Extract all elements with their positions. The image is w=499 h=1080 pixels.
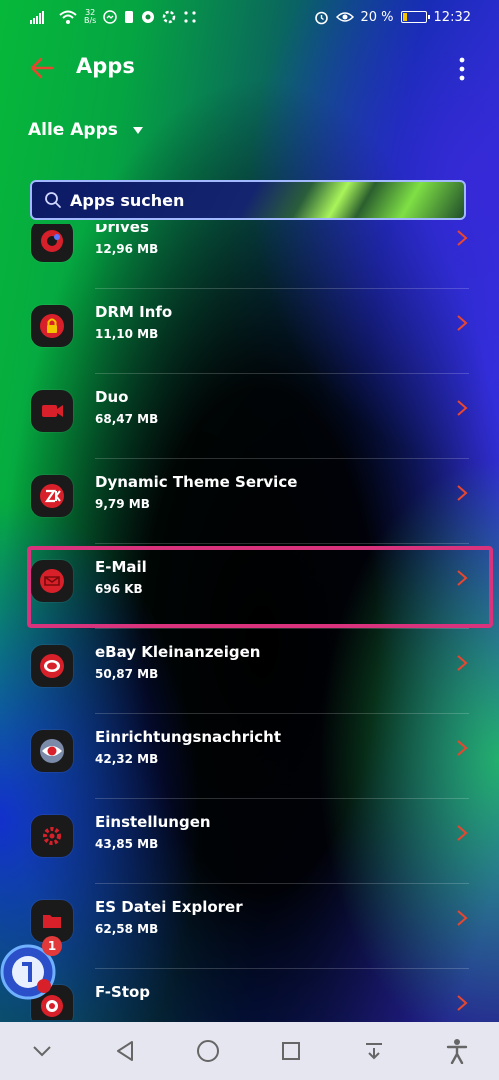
settings-notification-icon <box>163 10 176 24</box>
eye-comfort-icon <box>335 12 354 22</box>
accessibility-icon <box>447 1039 468 1064</box>
dynamic-theme-icon <box>31 475 73 517</box>
list-item[interactable]: Einstellungen 43,85 MB <box>0 799 499 884</box>
chevron-right-icon <box>457 485 468 501</box>
more-options-icon[interactable] <box>452 56 472 82</box>
page-title: Apps <box>76 54 135 78</box>
settings-icon <box>31 815 73 857</box>
chevron-down-icon <box>32 1046 51 1057</box>
status-bar: 32 B/s 20 % 12:32 <box>0 0 499 34</box>
apps-filter-dropdown[interactable]: Alle Apps <box>28 120 144 140</box>
wifi-icon <box>59 10 77 24</box>
chevron-right-icon <box>457 315 468 331</box>
speed-unit: B/s <box>84 16 97 25</box>
badge-count: 1 <box>47 939 57 953</box>
battery-percent: 20 % <box>360 9 394 25</box>
app-name: ES Datei Explorer <box>95 898 243 916</box>
drm-info-icon <box>31 305 73 347</box>
app-notification-icon <box>142 11 155 23</box>
app-size: 50,87 MB <box>95 667 159 681</box>
navigation-bar <box>0 1022 499 1080</box>
app-name: Einstellungen <box>95 813 211 831</box>
chevron-right-icon <box>457 995 468 1011</box>
app-name: Einrichtungsnachricht <box>95 728 282 746</box>
ebay-icon <box>31 645 73 687</box>
chevron-right-icon <box>457 910 468 926</box>
app-size: 68,47 MB <box>95 412 159 426</box>
back-triangle-icon <box>116 1041 133 1061</box>
accessibility-button[interactable] <box>437 1031 477 1071</box>
highlight-box <box>27 546 493 628</box>
search-placeholder: Apps suchen <box>70 190 185 210</box>
home-circle-icon <box>196 1040 219 1062</box>
chevron-right-icon <box>457 655 468 671</box>
app-name: DRM Info <box>95 303 173 321</box>
app-size: 62,58 MB <box>95 922 159 936</box>
back-button[interactable] <box>105 1031 145 1071</box>
app-size: 11,10 MB <box>95 327 159 341</box>
alarm-icon <box>314 11 328 24</box>
drives-icon <box>31 224 73 262</box>
pulldown-icon <box>366 1043 383 1060</box>
list-item[interactable]: eBay Kleinanzeigen 50,87 MB <box>0 629 499 714</box>
list-item[interactable]: DRM Info 11,10 MB <box>0 289 499 374</box>
list-item[interactable]: F-Stop <box>0 969 499 1020</box>
list-item[interactable]: ES Datei Explorer 62,58 MB <box>0 884 499 969</box>
dropdown-arrow-icon <box>132 126 143 134</box>
app-size: 9,79 MB <box>95 497 150 511</box>
clock: 12:32 <box>433 9 471 25</box>
list-item[interactable]: Dynamic Theme Service 9,79 MB <box>0 459 499 544</box>
more-notifications-icon <box>184 11 196 23</box>
recents-square-icon <box>282 1042 301 1060</box>
collapse-nav-button[interactable] <box>22 1031 62 1071</box>
setup-message-icon <box>31 730 73 772</box>
app-name: Drives <box>95 224 149 236</box>
bubble-badge: 1 <box>42 936 62 956</box>
app-name: Dynamic Theme Service <box>95 473 298 491</box>
floating-assistant-bubble[interactable]: 1 <box>0 930 64 1000</box>
list-item[interactable]: Duo 68,47 MB <box>0 374 499 459</box>
network-speed: 32 B/s <box>84 9 96 25</box>
messenger-icon <box>103 10 118 24</box>
app-size: 42,32 MB <box>95 752 159 766</box>
signal-icon <box>30 11 44 24</box>
chevron-right-icon <box>457 740 468 756</box>
recents-button[interactable] <box>271 1031 311 1071</box>
list-item[interactable]: Drives 12,96 MB <box>0 224 499 289</box>
app-name: eBay Kleinanzeigen <box>95 643 261 661</box>
search-icon <box>45 192 61 208</box>
filter-label: Alle Apps <box>28 120 118 140</box>
battery-icon <box>400 11 430 23</box>
chevron-right-icon <box>457 825 468 841</box>
duo-icon <box>31 390 73 432</box>
chevron-right-icon <box>457 400 468 416</box>
home-button[interactable] <box>188 1031 228 1071</box>
search-input[interactable]: Apps suchen <box>30 180 466 220</box>
back-arrow-icon[interactable] <box>28 54 56 82</box>
app-size: 12,96 MB <box>95 242 159 256</box>
list-item[interactable]: Einrichtungsnachricht 42,32 MB <box>0 714 499 799</box>
app-bar: Apps <box>0 44 499 92</box>
app-name: Duo <box>95 388 129 406</box>
app-size: 43,85 MB <box>95 837 159 851</box>
notification-icon <box>125 11 134 23</box>
notification-pulldown-button[interactable] <box>354 1031 394 1071</box>
chevron-right-icon <box>457 230 468 246</box>
app-name: F-Stop <box>95 983 151 1001</box>
